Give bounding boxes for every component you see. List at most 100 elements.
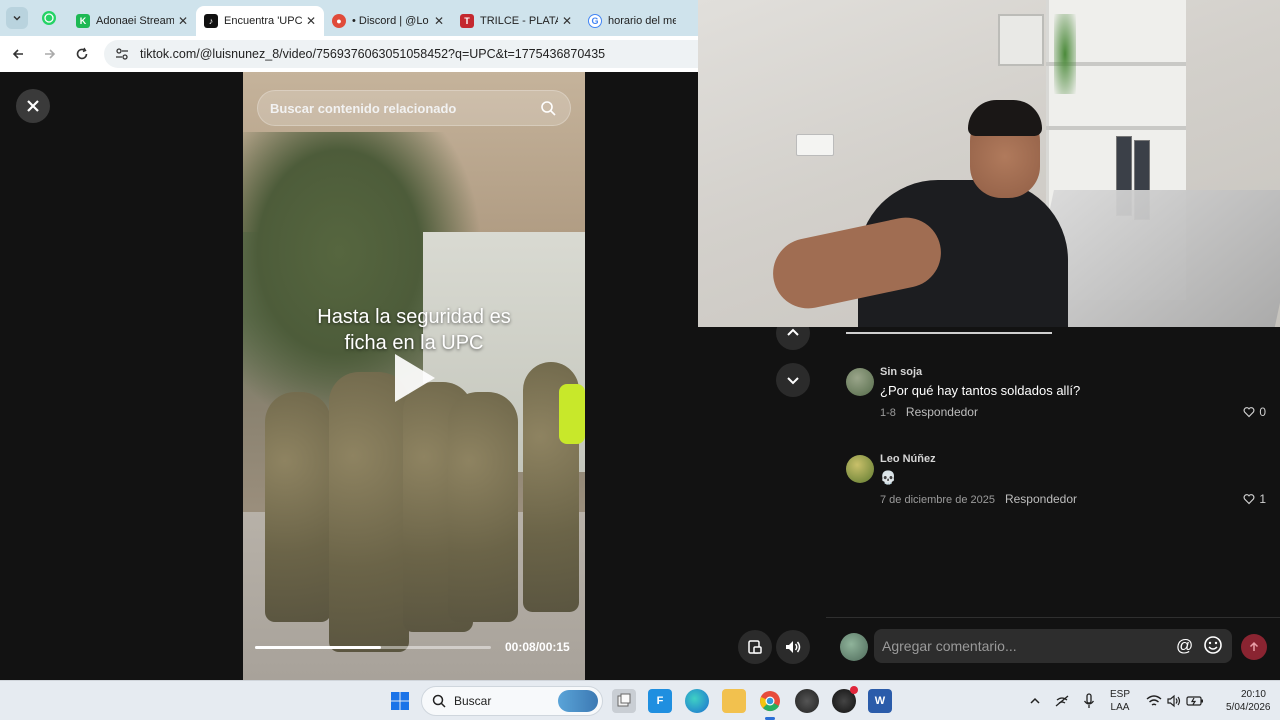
chrome-icon[interactable] <box>758 689 782 713</box>
video-scene-vest <box>559 384 585 444</box>
screen: K Adonaei Stream ✕ ♪ Encuentra 'UPC ✕ ● … <box>0 0 1280 720</box>
send-comment-button[interactable] <box>1241 634 1267 660</box>
like-button[interactable]: 0 <box>1243 405 1266 419</box>
word-icon[interactable]: W <box>868 689 892 713</box>
taskbar-app-files[interactable]: F <box>648 689 672 713</box>
tab-close-icon[interactable]: ✕ <box>306 14 316 28</box>
comment-meta: 1-8 Respondedor <box>880 405 978 419</box>
taskbar-app-obs[interactable] <box>832 686 858 713</box>
webcam-shelf-board <box>1046 126 1186 130</box>
tab-title: Adonaei Stream <box>96 15 174 27</box>
task-view-button[interactable] <box>612 689 636 713</box>
keyboard-language[interactable]: ESP LAA <box>1110 688 1130 714</box>
url-text: tiktok.com/@luisnunez_8/video/7569376063… <box>140 47 606 61</box>
browser-tab-active[interactable]: ♪ Encuentra 'UPC ✕ <box>196 6 324 36</box>
webcam-plant <box>1054 14 1076 94</box>
search-icon[interactable] <box>540 100 556 116</box>
chevron-down-icon <box>787 377 799 385</box>
reload-icon <box>76 47 88 60</box>
browser-tab[interactable]: T TRILCE - PLATAF ✕ <box>452 6 580 36</box>
taskbar-app-game[interactable] <box>795 689 819 713</box>
reload-button[interactable] <box>68 40 96 68</box>
comment-username[interactable]: Sin soja <box>880 366 922 378</box>
video-scene-soldier <box>329 372 409 652</box>
heart-icon <box>1243 494 1255 505</box>
back-button[interactable] <box>4 40 32 68</box>
webcam-person-hair <box>968 100 1042 136</box>
tab-search-button[interactable] <box>6 7 28 29</box>
browser-toolbar: tiktok.com/@luisnunez_8/video/7569376063… <box>0 36 698 72</box>
emoji-icon[interactable] <box>1203 635 1223 655</box>
close-video-button[interactable] <box>16 89 50 123</box>
browser-tab[interactable]: G horario del met <box>580 6 684 36</box>
task-view-icon <box>617 693 631 707</box>
comment-username[interactable]: Leo Núñez <box>880 453 936 465</box>
quick-settings[interactable] <box>1146 681 1204 720</box>
search-icon <box>432 694 446 708</box>
reply-button[interactable]: Respondedor <box>906 405 978 419</box>
arrow-up-icon <box>1249 641 1259 651</box>
site-info-icon[interactable] <box>114 46 130 62</box>
comments-tab-indicator <box>846 332 1052 334</box>
webcam-wall-frame <box>998 14 1044 66</box>
browser-tab[interactable]: ● • Discord | @Lo ✕ <box>324 6 452 36</box>
keyboard-layout: LAA <box>1110 702 1130 713</box>
comment-date: 1-8 <box>880 407 896 419</box>
system-tray <box>1028 681 1096 720</box>
pinned-tab-whatsapp[interactable] <box>38 7 60 29</box>
volume-button[interactable] <box>776 630 810 664</box>
chevron-down-icon <box>13 15 21 21</box>
video-progress-bar[interactable] <box>255 646 491 649</box>
address-bar[interactable]: tiktok.com/@luisnunez_8/video/7569376063… <box>104 40 698 68</box>
tab-close-icon[interactable]: ✕ <box>178 14 188 28</box>
clock-date: 5/04/2026 <box>1226 702 1271 713</box>
language-code: ESP <box>1110 689 1131 700</box>
play-icon[interactable] <box>395 354 435 402</box>
heart-icon <box>1243 407 1255 418</box>
like-button[interactable]: 1 <box>1243 492 1266 506</box>
windows-logo-icon <box>391 692 409 710</box>
taskbar-search[interactable]: Buscar <box>421 686 603 716</box>
avatar[interactable] <box>846 368 874 396</box>
kick-icon: K <box>76 14 90 28</box>
taskbar-search-label: Buscar <box>454 694 492 708</box>
video-player[interactable]: Buscar contenido relacionado Hasta la se… <box>243 72 585 680</box>
browser-tab[interactable]: K Adonaei Stream ✕ <box>68 6 196 36</box>
arrow-left-icon <box>12 49 23 59</box>
google-icon: G <box>588 14 602 28</box>
comment-text: ¿Por qué hay tantos soldados allí? <box>880 383 1081 398</box>
forward-button[interactable] <box>36 40 64 68</box>
tab-close-icon[interactable]: ✕ <box>434 14 444 28</box>
pip-button[interactable] <box>738 630 772 664</box>
next-video-button[interactable] <box>776 363 810 397</box>
tab-title: horario del met <box>608 15 676 27</box>
microphone-icon[interactable] <box>1082 693 1096 709</box>
avatar <box>840 633 868 661</box>
floating-player-icon <box>748 640 762 654</box>
webcam-wall-outlet <box>796 134 834 156</box>
edge-icon[interactable] <box>685 689 709 713</box>
like-count: 1 <box>1259 492 1266 506</box>
video-caption: Hasta la seguridad es ficha en la UPC <box>243 304 585 356</box>
chevron-up-icon[interactable] <box>1028 694 1042 708</box>
mention-button[interactable]: @ <box>1176 636 1193 656</box>
notification-dot <box>850 686 858 694</box>
tab-title: TRILCE - PLATAF <box>480 15 558 27</box>
video-time: 00:08/00:15 <box>505 640 570 654</box>
comment-input-placeholder: Agregar comentario... <box>882 638 1017 654</box>
comment-composer: Agregar comentario... @ <box>826 618 1280 680</box>
system-clock[interactable]: 20:10 5/04/2026 <box>1226 688 1271 714</box>
tab-title: • Discord | @Lo <box>352 15 429 27</box>
comment-text: 💀 <box>880 470 897 485</box>
tab-close-icon[interactable]: ✕ <box>562 14 572 28</box>
webcam-overlay <box>698 0 1280 327</box>
tiktok-icon: ♪ <box>204 14 218 28</box>
file-explorer-icon[interactable] <box>722 689 746 713</box>
start-button[interactable] <box>388 689 412 713</box>
reply-button[interactable]: Respondedor <box>1005 492 1077 506</box>
speaker-icon <box>1167 694 1181 708</box>
search-highlight-image <box>558 690 598 712</box>
avatar[interactable] <box>846 455 874 483</box>
related-search-input[interactable]: Buscar contenido relacionado <box>257 90 571 126</box>
network-off-icon[interactable] <box>1054 693 1070 709</box>
